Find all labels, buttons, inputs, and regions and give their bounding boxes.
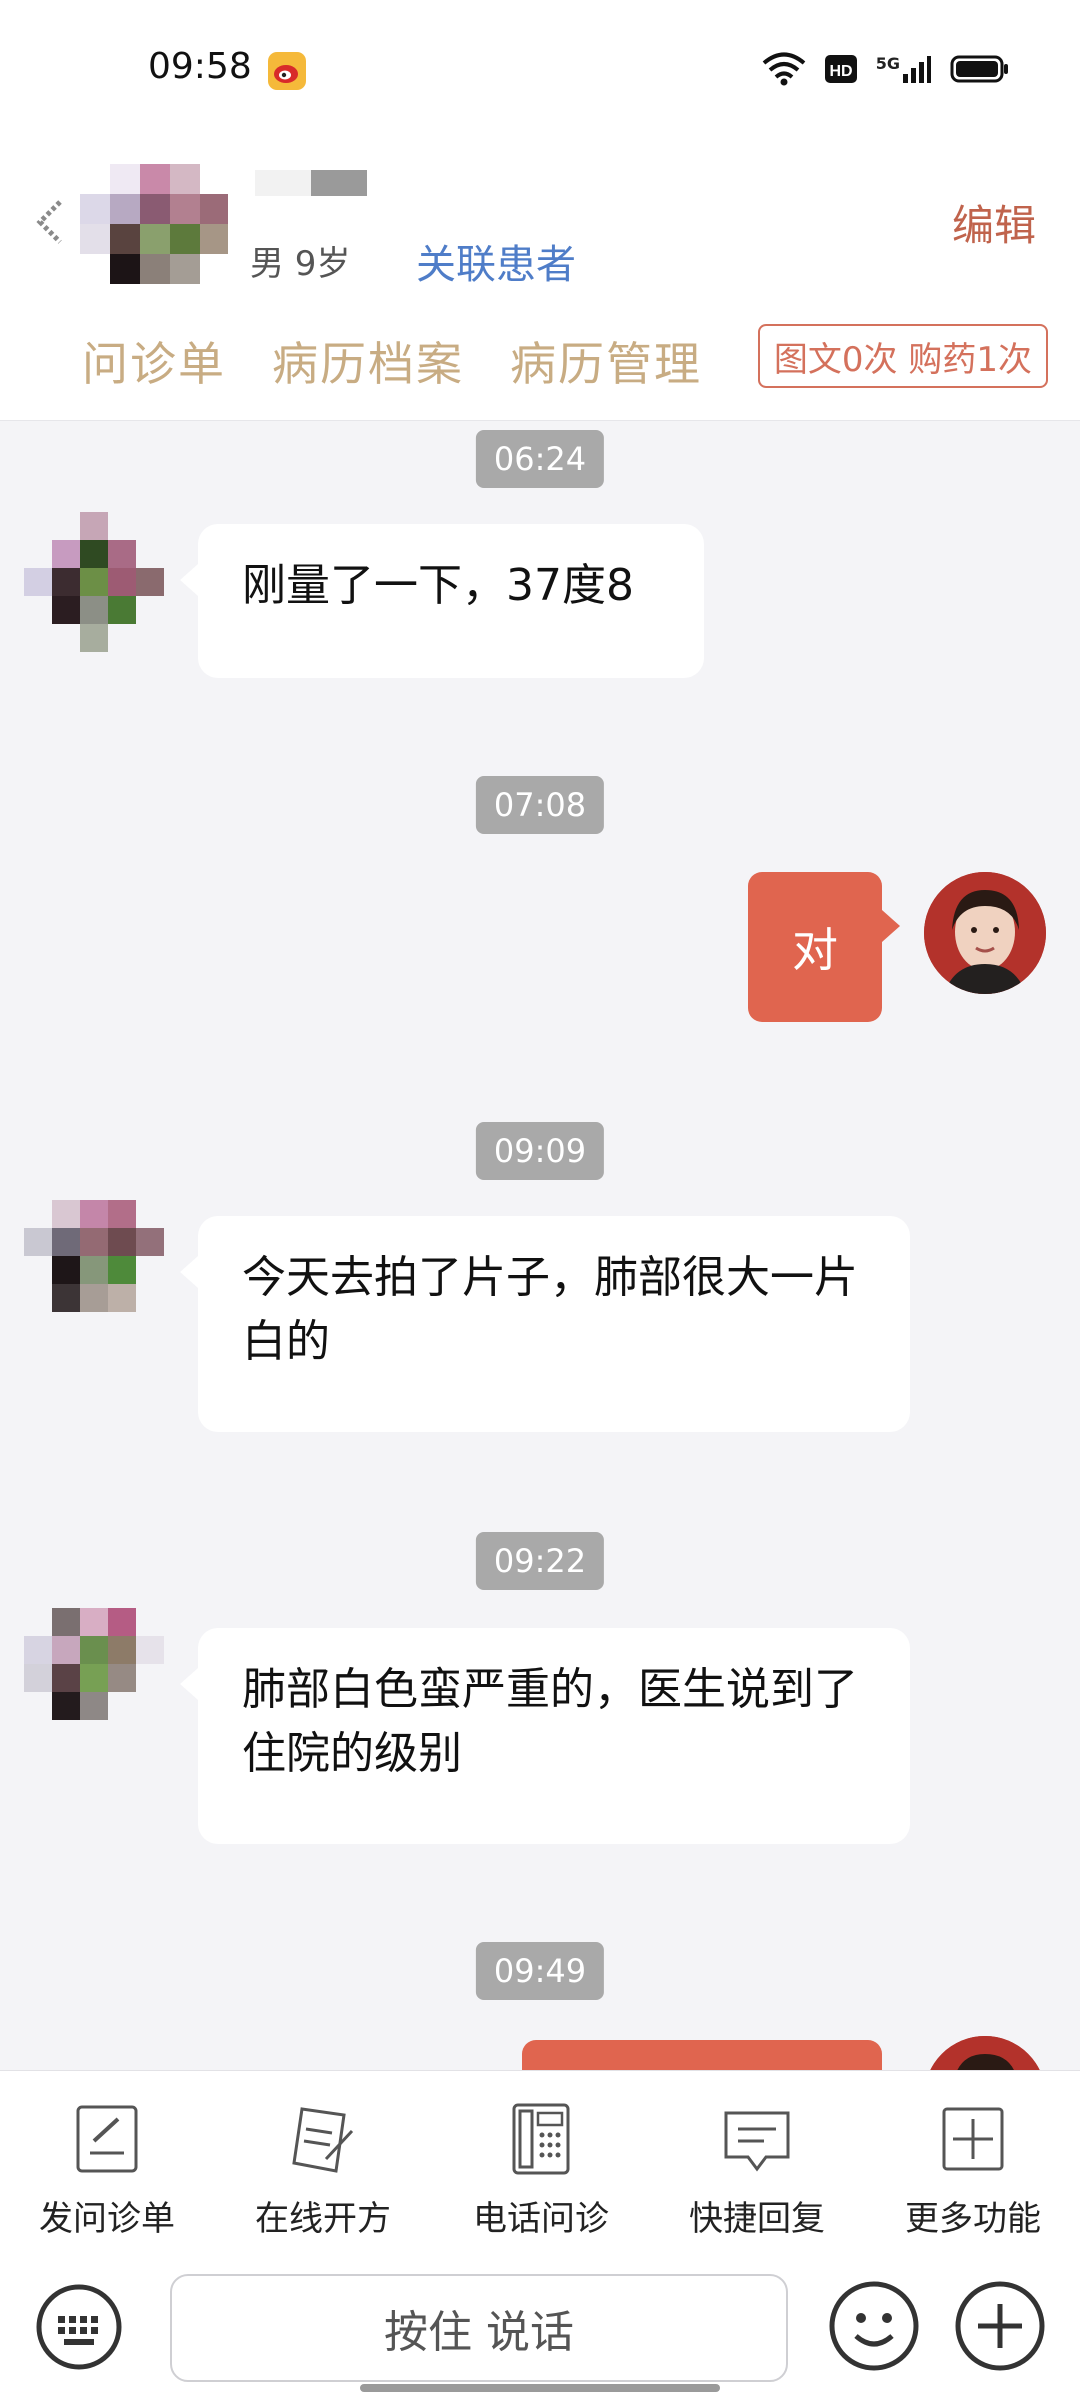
tool-label: 发问诊单 (39, 2199, 175, 2239)
phone-consult-button[interactable]: 电话问诊 (446, 2101, 636, 2240)
tool-label: 电话问诊 (473, 2199, 609, 2239)
quick-reply-icon (724, 2111, 790, 2172)
tool-label: 快捷回复 (689, 2199, 825, 2239)
status-time: 09:58 (148, 46, 252, 87)
status-bar: 09:58 HD 5G (0, 0, 1080, 140)
tool-label: 在线开方 (255, 2199, 391, 2239)
input-bar: 按住 说话 (0, 2250, 1080, 2400)
timestamp: 09:49 (475, 1942, 605, 2000)
weibo-notification-icon (268, 52, 306, 90)
service-quota-badge[interactable]: 图文0次 购药1次 (757, 324, 1048, 388)
message-bubble-incoming[interactable]: 今天去拍了片子，肺部很大一片白的 (180, 1216, 910, 1432)
link-patient-button[interactable]: 关联患者 (416, 232, 576, 290)
tab-medical-records[interactable]: 病历档案 (272, 328, 464, 394)
prescription-icon (292, 2107, 354, 2173)
patient-gender-age: 男 9岁 (250, 244, 351, 284)
back-arrow-icon[interactable] (30, 192, 70, 252)
patient-avatar[interactable] (24, 1200, 170, 1346)
function-toolbar: 发问诊单 在线开方 电话问诊 快捷回复 更多功能 (0, 2070, 1080, 2252)
hold-to-talk-button[interactable]: 按住 说话 (170, 2274, 788, 2382)
patient-name-redacted (255, 170, 367, 196)
message-text: 今天去拍了片子，肺部很大一片白的 (242, 1252, 858, 1367)
phone-icon (512, 2103, 570, 2175)
patient-avatar[interactable] (80, 164, 228, 312)
plus-icon[interactable] (952, 2278, 1048, 2374)
network-type: 5G (875, 54, 900, 73)
more-icon (942, 2107, 1004, 2171)
message-bubble-outgoing[interactable]: 对 (748, 872, 900, 1022)
chat-header: 男 9岁 关联患者 编辑 问诊单 病历档案 病历管理 图文0次 购药1次 (0, 140, 1080, 421)
timestamp: 06:24 (475, 430, 605, 488)
edit-button[interactable]: 编辑 (952, 192, 1036, 253)
chat-message-list[interactable]: 06:24 刚量了一下，37度8 07:08 对 09:09 今天去拍了片子，肺… (0, 420, 1080, 2070)
patient-avatar[interactable] (24, 512, 170, 658)
message-bubble-outgoing-partial[interactable] (522, 2040, 882, 2070)
more-functions-button[interactable]: 更多功能 (878, 2101, 1068, 2240)
svg-text:HD: HD (829, 63, 852, 80)
message-bubble-incoming[interactable]: 刚量了一下，37度8 (180, 524, 704, 678)
patient-avatar[interactable] (24, 1608, 170, 1754)
battery-icon (950, 55, 1008, 83)
send-form-button[interactable]: 发问诊单 (12, 2101, 202, 2240)
message-text: 刚量了一下，37度8 (242, 560, 634, 611)
tool-label: 更多功能 (905, 2199, 1041, 2239)
quick-reply-button[interactable]: 快捷回复 (662, 2101, 852, 2240)
form-icon (76, 2105, 138, 2173)
keyboard-icon[interactable] (34, 2282, 124, 2372)
tab-record-management[interactable]: 病历管理 (510, 328, 702, 394)
timestamp: 07:08 (475, 776, 605, 834)
online-prescription-button[interactable]: 在线开方 (228, 2101, 418, 2240)
timestamp: 09:09 (475, 1122, 605, 1180)
message-bubble-incoming[interactable]: 肺部白色蛮严重的，医生说到了住院的级别 (180, 1628, 910, 1844)
wifi-icon (762, 52, 806, 86)
doctor-avatar[interactable] (924, 2036, 1046, 2070)
hd-icon: HD (824, 55, 857, 83)
message-text: 肺部白色蛮严重的，医生说到了住院的级别 (242, 1664, 858, 1779)
emoji-icon[interactable] (826, 2278, 922, 2374)
header-tabs: 问诊单 病历档案 病历管理 (82, 328, 702, 394)
tab-consultation-form[interactable]: 问诊单 (82, 328, 226, 394)
timestamp: 09:22 (475, 1532, 605, 1590)
home-indicator[interactable] (360, 2384, 720, 2392)
cellular-signal-icon: 5G (876, 54, 932, 84)
message-text: 对 (792, 923, 838, 977)
doctor-avatar[interactable] (924, 872, 1046, 994)
